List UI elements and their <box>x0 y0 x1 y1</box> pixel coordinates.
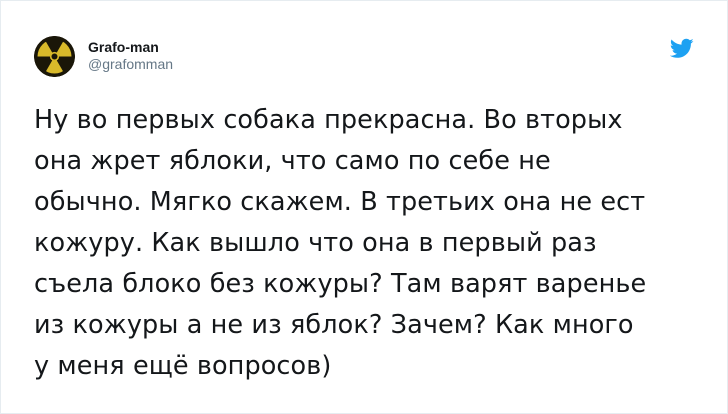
tweet-text-line: она жрет яблоки, что само по себе не <box>34 146 551 176</box>
tweet-text-line: Ну во первых собака прекрасна. Во вторых <box>34 105 623 135</box>
author-display-name[interactable]: Grafo-man <box>88 39 173 56</box>
tweet-card: Grafo-man @grafomman Ну во первых собака… <box>0 0 728 414</box>
tweet-text-line: съела блоко без кожуры? Там варят варень… <box>34 269 647 299</box>
tweet-header: Grafo-man @grafomman <box>34 35 173 77</box>
author-names: Grafo-man @grafomman <box>88 39 173 73</box>
tweet-text: Ну во первых собака прекрасна. Во вторых… <box>34 100 704 387</box>
tweet-text-line: обычно. Мягко скажем. В третьих она не е… <box>34 187 646 217</box>
author-handle[interactable]: @grafomman <box>88 56 173 73</box>
avatar[interactable] <box>34 35 75 77</box>
tweet-text-line: у меня ещё вопросов) <box>34 351 332 381</box>
twitter-bird-icon[interactable] <box>669 36 694 60</box>
tweet-text-line: из кожуры а не из яблок? Зачем? Как мног… <box>34 310 634 340</box>
tweet-text-line: кожуру. Как вышло что она в первый раз <box>34 228 597 258</box>
radiation-symbol-icon <box>34 35 75 77</box>
